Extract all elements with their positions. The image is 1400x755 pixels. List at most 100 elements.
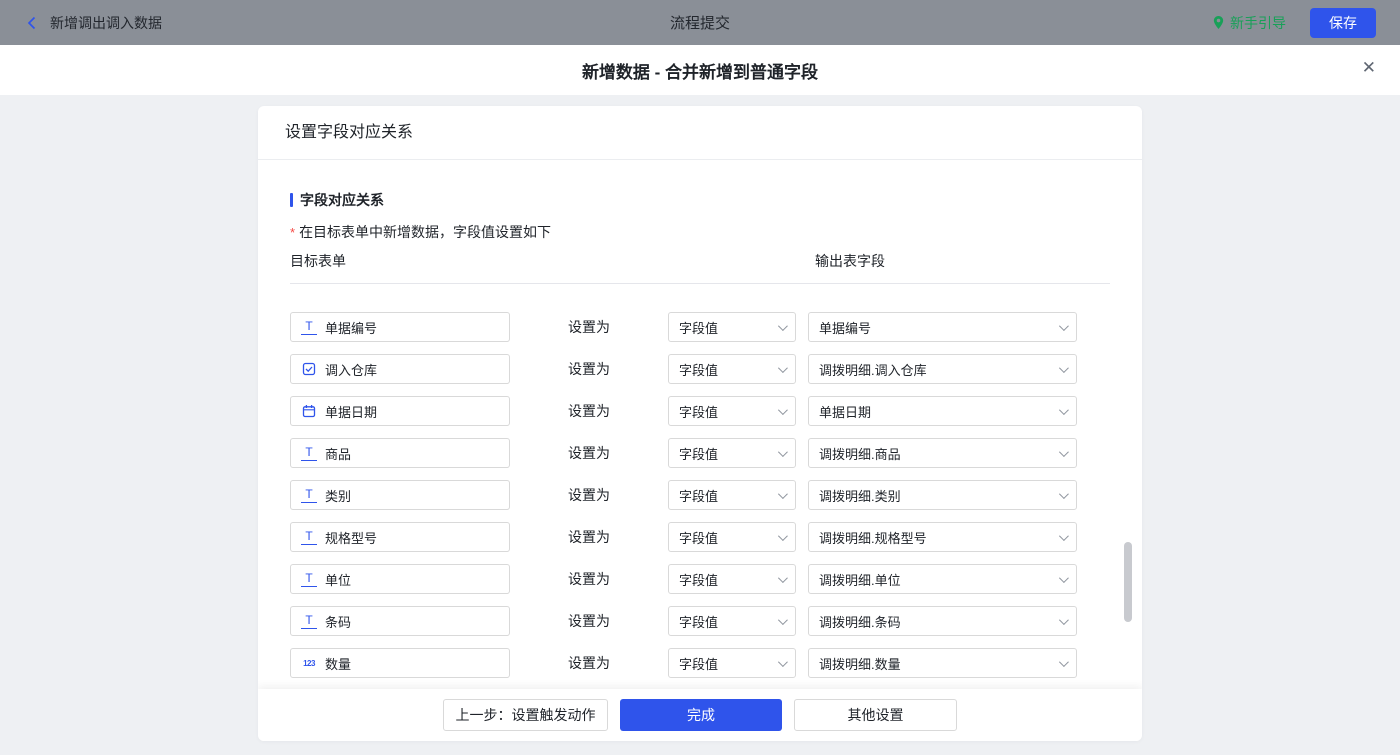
topbar-back[interactable]: 新增调出调入数据: [24, 13, 162, 33]
field-mapping-row: T 123 单位 设置为 字段值 调拨明细.单位: [290, 564, 1142, 594]
target-field-box[interactable]: T 123 商品: [290, 438, 510, 468]
output-field-select[interactable]: 调拨明细.数量: [808, 648, 1077, 678]
field-mapping-row: T 123 规格型号 设置为 字段值 调拨明细.规格型号: [290, 522, 1142, 552]
column-header-output-field: 输出表字段: [815, 254, 885, 269]
chevron-down-icon: [778, 573, 788, 583]
set-as-label: 设置为: [510, 401, 668, 421]
value-mode-select[interactable]: 字段值: [668, 522, 796, 552]
target-field-box[interactable]: T 123 调入仓库: [290, 354, 510, 384]
required-asterisk: *: [290, 225, 295, 240]
value-mode-select[interactable]: 字段值: [668, 396, 796, 426]
value-mode-select[interactable]: 字段值: [668, 564, 796, 594]
value-mode-text: 字段值: [679, 402, 718, 421]
topbar-title: 流程提交: [0, 12, 1400, 33]
back-chevron-icon[interactable]: [24, 15, 40, 31]
value-mode-select[interactable]: 字段值: [668, 354, 796, 384]
output-field-select[interactable]: 调拨明细.商品: [808, 438, 1077, 468]
set-as-label: 设置为: [510, 569, 668, 589]
output-field-select[interactable]: 调拨明细.调入仓库: [808, 354, 1077, 384]
modal-header: 新增数据 - 合并新增到普通字段 ✕: [0, 45, 1400, 95]
set-as-label: 设置为: [510, 359, 668, 379]
field-mapping-card: 设置字段对应关系 字段对应关系 * 在目标表单中新增数据，字段值设置如下 目标表…: [258, 106, 1142, 741]
output-field-select[interactable]: 单据编号: [808, 312, 1077, 342]
field-mapping-row: T 123 单据日期 设置为 字段值 单据日期: [290, 396, 1142, 426]
output-field-select[interactable]: 调拨明细.规格型号: [808, 522, 1077, 552]
done-button[interactable]: 完成: [620, 699, 782, 731]
card-footer: 上一步：设置触发动作 完成 其他设置: [258, 689, 1142, 741]
target-field-box[interactable]: T 123 数量: [290, 648, 510, 678]
topbar: 新增调出调入数据 流程提交 新手引导 保存: [0, 0, 1400, 45]
other-settings-button[interactable]: 其他设置: [794, 699, 957, 731]
target-field-box[interactable]: T 123 单位: [290, 564, 510, 594]
scrollbar-thumb[interactable]: [1124, 542, 1132, 622]
text-field-icon: T: [301, 445, 317, 461]
description-text: 在目标表单中新增数据，字段值设置如下: [299, 222, 551, 242]
set-as-label: 设置为: [510, 653, 668, 673]
column-headers: 目标表单 输出表字段: [290, 254, 1110, 284]
beginner-guide-label: 新手引导: [1230, 13, 1286, 33]
save-button[interactable]: 保存: [1310, 8, 1376, 38]
value-mode-text: 字段值: [679, 654, 718, 673]
chevron-down-icon: [778, 363, 788, 373]
target-field-label: 调入仓库: [325, 360, 377, 379]
output-field-select[interactable]: 调拨明细.条码: [808, 606, 1077, 636]
chevron-down-icon: [1059, 489, 1069, 499]
target-field-box[interactable]: T 123 类别: [290, 480, 510, 510]
value-mode-select[interactable]: 字段值: [668, 648, 796, 678]
beginner-guide-link[interactable]: 新手引导: [1212, 13, 1286, 33]
value-mode-text: 字段值: [679, 486, 718, 505]
value-mode-select[interactable]: 字段值: [668, 438, 796, 468]
target-field-label: 条码: [325, 612, 351, 631]
text-field-icon: T: [301, 487, 317, 503]
text-field-icon: T: [301, 571, 317, 587]
field-mapping-row: T 123 条码 设置为 字段值 调拨明细.条码: [290, 606, 1142, 636]
modal-title: 新增数据 - 合并新增到普通字段: [582, 58, 818, 83]
target-field-label: 单据编号: [325, 318, 377, 337]
section-description: * 在目标表单中新增数据，字段值设置如下: [290, 222, 1142, 242]
value-mode-select[interactable]: 字段值: [668, 480, 796, 510]
chevron-down-icon: [778, 447, 788, 457]
target-field-label: 单据日期: [325, 402, 377, 421]
field-mapping-row: T 123 商品 设置为 字段值 调拨明细.商品: [290, 438, 1142, 468]
field-mapping-row: T 123 数量 设置为 字段值 调拨明细.数量: [290, 648, 1142, 678]
modal-body: 设置字段对应关系 字段对应关系 * 在目标表单中新增数据，字段值设置如下 目标表…: [0, 95, 1400, 755]
value-mode-text: 字段值: [679, 612, 718, 631]
output-field-select[interactable]: 单据日期: [808, 396, 1077, 426]
close-icon[interactable]: ✕: [1362, 59, 1376, 76]
chevron-down-icon: [1059, 447, 1069, 457]
output-field-text: 单据日期: [819, 402, 871, 421]
chevron-down-icon: [778, 489, 788, 499]
value-mode-text: 字段值: [679, 360, 718, 379]
section-accent-bar: [290, 193, 293, 207]
chevron-down-icon: [1059, 615, 1069, 625]
column-header-target-form: 目标表单: [290, 254, 815, 269]
date-field-icon: [301, 403, 317, 419]
target-field-box[interactable]: T 123 规格型号: [290, 522, 510, 552]
chevron-down-icon: [778, 615, 788, 625]
output-field-select[interactable]: 调拨明细.单位: [808, 564, 1077, 594]
output-field-select[interactable]: 调拨明细.类别: [808, 480, 1077, 510]
value-mode-text: 字段值: [679, 444, 718, 463]
target-field-box[interactable]: T 123 单据编号: [290, 312, 510, 342]
value-mode-select[interactable]: 字段值: [668, 312, 796, 342]
target-field-box[interactable]: T 123 条码: [290, 606, 510, 636]
output-field-text: 调拨明细.商品: [819, 444, 901, 463]
section-title: 字段对应关系: [290, 190, 1142, 210]
value-mode-text: 字段值: [679, 528, 718, 547]
target-field-label: 商品: [325, 444, 351, 463]
target-field-box[interactable]: T 123 单据日期: [290, 396, 510, 426]
text-field-icon: T: [301, 613, 317, 629]
target-field-label: 规格型号: [325, 528, 377, 547]
section-title-label: 字段对应关系: [300, 190, 384, 210]
select-field-icon: [301, 361, 317, 377]
card-title: 设置字段对应关系: [258, 106, 1142, 160]
set-as-label: 设置为: [510, 611, 668, 631]
output-field-text: 调拨明细.数量: [819, 654, 901, 673]
set-as-label: 设置为: [510, 317, 668, 337]
previous-step-button[interactable]: 上一步：设置触发动作: [443, 699, 608, 731]
value-mode-select[interactable]: 字段值: [668, 606, 796, 636]
location-pin-icon: [1212, 15, 1225, 30]
value-mode-text: 字段值: [679, 570, 718, 589]
value-mode-text: 字段值: [679, 318, 718, 337]
card-content: 字段对应关系 * 在目标表单中新增数据，字段值设置如下 目标表单 输出表字段 T: [258, 160, 1142, 689]
